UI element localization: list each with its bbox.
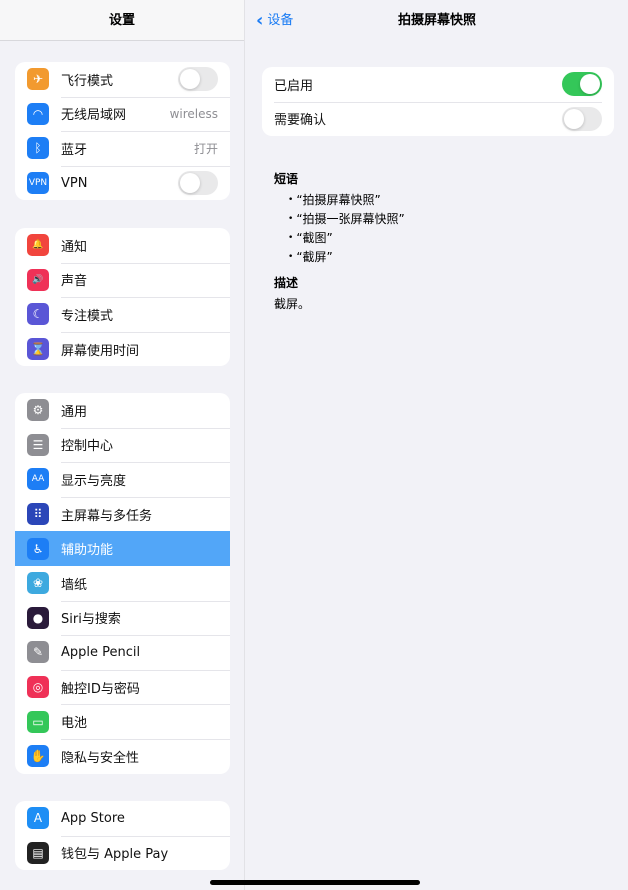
description-text: 截屏。 (274, 297, 311, 311)
display-brightness-icon: AA (27, 468, 49, 491)
home-screen-icon: ⠿ (27, 503, 49, 526)
sidebar-item-label: 蓝牙 (61, 142, 88, 158)
description-section: 描述 截屏。 (274, 274, 310, 312)
privacy-hand-icon: ✋ (27, 745, 49, 768)
hourglass-icon: ⌛ (27, 338, 49, 361)
sidebar-item-label: 屏幕使用时间 (61, 343, 140, 359)
sidebar-item-label: 声音 (61, 274, 88, 290)
settings-group: 🔔 通知 🔊 声音 ☾ 专注模式 ⌛ 屏幕使用时间 (15, 228, 230, 367)
sidebar-item-label: 飞行模式 (61, 73, 114, 89)
sidebar-item-label: 无线局域网 (61, 108, 127, 124)
confirm-row: 需要确认 (262, 101, 614, 137)
sidebar-item[interactable]: 🔊 声音 (15, 262, 230, 298)
sidebar-item-label: Siri与搜索 (61, 612, 121, 628)
sidebar-item-label: 触控ID与密码 (61, 681, 140, 697)
sidebar-item[interactable]: ❀ 墙纸 (15, 566, 230, 601)
sidebar-item[interactable]: ☾ 专注模式 (15, 297, 230, 332)
page-title: 拍摄屏幕快照 (397, 13, 476, 28)
sidebar-item-label: VPN (61, 175, 88, 191)
sidebar-title: 设置 (0, 0, 244, 41)
sidebar-item-label: 辅助功能 (61, 543, 114, 559)
sidebar-item[interactable]: ♿ 辅助功能 (15, 531, 230, 566)
sidebar-item[interactable]: ᛒ 蓝牙 打开 (15, 131, 230, 166)
phrase-item: “截屏” (288, 248, 405, 267)
phrase-item: “拍摄屏幕快照” (288, 191, 405, 210)
sidebar-item-value: wireless (169, 106, 218, 121)
enabled-toggle[interactable] (562, 72, 602, 97)
sidebar-item-label: 通知 (61, 239, 88, 255)
sidebar-item-label: 主屏幕与多任务 (61, 508, 153, 524)
detail-pane: ‹ 设备 拍摄屏幕快照 已启用 需要确认 短语 “拍摄屏幕快照” “拍摄一张屏幕… (246, 0, 628, 890)
sidebar-item-label: 显示与亮度 (61, 473, 127, 489)
phrases-section: 短语 “拍摄屏幕快照” “拍摄一张屏幕快照” “截图” “截屏” (274, 170, 405, 267)
sidebar-item[interactable]: ☰ 控制中心 (15, 427, 230, 463)
sidebar-item-label: App Store (61, 810, 125, 826)
sidebar-item[interactable]: A App Store (15, 801, 230, 836)
sidebar-item[interactable]: ✋ 隐私与安全性 (15, 738, 230, 774)
nav-bar: ‹ 设备 拍摄屏幕快照 (246, 0, 628, 41)
sidebar-item[interactable]: ◎ 触控ID与密码 (15, 669, 230, 705)
wallet-icon: ▤ (27, 841, 49, 864)
sidebar-item-label: Apple Pencil (61, 644, 141, 660)
description-heading: 描述 (274, 276, 299, 290)
toggle-switch[interactable] (178, 67, 218, 92)
sidebar-item[interactable]: ● Siri与搜索 (15, 600, 230, 636)
pencil-icon: ✎ (27, 641, 49, 664)
sidebar-item[interactable]: ▭ 电池 (15, 704, 230, 739)
enabled-label: 已启用 (274, 78, 314, 94)
fingerprint-icon: ◎ (27, 676, 49, 699)
sidebar-item[interactable]: AA 显示与亮度 (15, 462, 230, 497)
sidebar-item-value: 打开 (193, 141, 218, 156)
sidebar-item-label: 控制中心 (61, 439, 114, 455)
confirm-label: 需要确认 (274, 113, 327, 129)
control-center-icon: ☰ (27, 433, 49, 456)
accessibility-icon: ♿ (27, 537, 49, 560)
bluetooth-icon: ᛒ (27, 137, 49, 160)
sidebar-item-label: 专注模式 (61, 308, 114, 324)
sidebar-item[interactable]: ⚙ 通用 (15, 393, 230, 428)
settings-group: ⚙ 通用 ☰ 控制中心 AA 显示与亮度 ⠿ 主屏幕与多任务 ♿ 辅助功能 ❀ 墙纸 ● Siri与搜索 ✎… (15, 393, 230, 774)
vpn-icon: VPN (27, 172, 49, 195)
wifi-icon: ◠ (27, 102, 49, 125)
sidebar-item[interactable]: VPN VPN (15, 165, 230, 201)
sidebar-item[interactable]: ⠿ 主屏幕与多任务 (15, 496, 230, 532)
sidebar-item[interactable]: ▤ 钱包与 Apple Pay (15, 835, 230, 871)
notification-bell-icon: 🔔 (27, 234, 49, 257)
enabled-row: 已启用 (262, 67, 614, 102)
airplane-icon: ✈ (27, 68, 49, 91)
settings-group: ✈ 飞行模式 ◠ 无线局域网 wireless ᛒ 蓝牙 打开 VPN VPN (15, 62, 230, 201)
toggle-switch[interactable] (178, 171, 218, 196)
battery-icon: ▭ (27, 710, 49, 733)
sidebar-item[interactable]: 🔔 通知 (15, 228, 230, 263)
wallpaper-flower-icon: ❀ (27, 572, 49, 595)
phrases-heading: 短语 (274, 172, 299, 186)
sidebar-item[interactable]: ✎ Apple Pencil (15, 635, 230, 670)
confirm-toggle[interactable] (562, 106, 602, 131)
sidebar-item[interactable]: ◠ 无线局域网 wireless (15, 96, 230, 132)
settings-group: A App Store ▤ 钱包与 Apple Pay (15, 801, 230, 871)
sidebar-item-label: 通用 (61, 404, 88, 420)
phrase-item: “截图” (288, 229, 405, 248)
gear-icon: ⚙ (27, 399, 49, 422)
settings-group: 已启用 需要确认 (262, 67, 614, 137)
settings-sidebar: 设置 ✈ 飞行模式 ◠ 无线局域网 wireless ᛒ 蓝牙 打开 VPN VPN 🔔 通知 🔊 声音 ☾… (0, 0, 245, 890)
sidebar-item-label: 电池 (61, 716, 88, 732)
sidebar-item[interactable]: ✈ 飞行模式 (15, 62, 230, 97)
speaker-icon: 🔊 (27, 268, 49, 291)
home-indicator[interactable] (210, 880, 420, 885)
sidebar-item[interactable]: ⌛ 屏幕使用时间 (15, 331, 230, 367)
sidebar-item-label: 隐私与安全性 (61, 750, 140, 766)
moon-icon: ☾ (27, 303, 49, 326)
phrase-item: “拍摄一张屏幕快照” (288, 210, 404, 229)
app-store-icon: A (27, 807, 49, 830)
siri-icon: ● (27, 606, 49, 629)
sidebar-item-label: 墙纸 (61, 577, 88, 593)
sidebar-item-label: 钱包与 Apple Pay (61, 847, 169, 863)
